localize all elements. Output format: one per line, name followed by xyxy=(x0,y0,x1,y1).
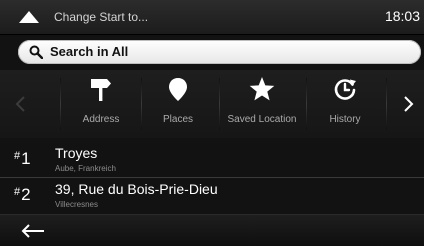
collapse-up-icon[interactable] xyxy=(19,11,39,23)
category-label: Saved Location xyxy=(227,114,297,125)
category-places[interactable]: Places xyxy=(142,70,214,138)
signpost-icon xyxy=(91,79,111,101)
star-icon xyxy=(249,77,275,101)
list-item-title: 39, Rue du Bois-Prie-Dieu xyxy=(55,181,218,197)
list-rank: #1 xyxy=(14,149,31,168)
search-field[interactable]: Search in All xyxy=(18,40,421,64)
category-strip: Address Places Saved Location History xyxy=(0,70,424,138)
category-address[interactable]: Address xyxy=(62,70,140,138)
change-start-screen: Change Start to... 18:03 Search in All A… xyxy=(0,0,424,246)
scroll-left-button[interactable] xyxy=(0,70,40,138)
list-item-subtitle: Villecresnes xyxy=(55,200,98,209)
list-divider xyxy=(0,177,424,178)
bottom-bar xyxy=(0,214,424,246)
place-pin-icon xyxy=(169,78,187,101)
category-label: History xyxy=(329,114,361,125)
top-bar: Change Start to... 18:03 xyxy=(0,0,424,35)
history-icon xyxy=(334,79,356,100)
back-arrow-icon[interactable] xyxy=(20,223,46,239)
search-label: Search in All xyxy=(50,44,129,59)
category-saved-location[interactable]: Saved Location xyxy=(220,70,304,138)
list-item[interactable]: #2 39, Rue du Bois-Prie-Dieu Villecresne… xyxy=(0,179,424,213)
category-divider xyxy=(60,78,61,130)
list-item[interactable]: #1 Troyes Aube, Frankreich xyxy=(0,143,424,177)
category-divider xyxy=(306,78,307,130)
category-history[interactable]: History xyxy=(308,70,382,138)
list-rank: #2 xyxy=(14,185,31,204)
search-icon xyxy=(29,45,43,59)
screen-title: Change Start to... xyxy=(54,10,149,24)
category-label: Address xyxy=(82,114,120,125)
clock: 18:03 xyxy=(384,8,420,24)
chevron-left-icon xyxy=(15,96,25,112)
scroll-right-button[interactable] xyxy=(392,70,424,138)
list-item-subtitle: Aube, Frankreich xyxy=(55,164,116,173)
chevron-right-icon xyxy=(404,96,414,112)
category-label: Places xyxy=(162,114,193,125)
category-divider xyxy=(386,78,387,130)
list-item-title: Troyes xyxy=(55,145,98,161)
